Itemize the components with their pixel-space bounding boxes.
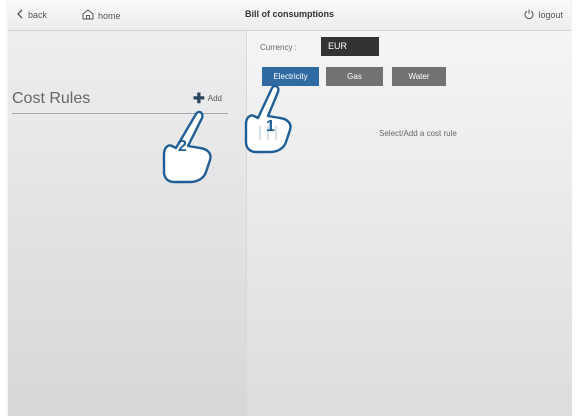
callout-number: 1 — [266, 118, 275, 135]
home-label: home — [98, 10, 121, 21]
app-window: back home Bill of consumptions logout — [8, 0, 572, 416]
logout-label: logout — [538, 10, 563, 20]
callout-number: 2 — [178, 138, 187, 155]
back-button[interactable]: back — [16, 9, 47, 21]
tab-gas[interactable]: Gas — [326, 67, 383, 86]
logout-button[interactable]: logout — [524, 9, 563, 21]
add-cost-rule-button[interactable]: ✚ Add — [193, 90, 222, 106]
pointing-hand-icon — [162, 110, 212, 184]
back-label: back — [28, 10, 48, 20]
home-button[interactable]: home — [82, 9, 121, 22]
plus-icon: ✚ — [193, 90, 205, 106]
power-icon — [524, 9, 534, 21]
cost-rules-panel — [8, 31, 246, 416]
empty-state-message: Select/Add a cost rule — [379, 129, 457, 138]
chevron-left-icon — [16, 9, 24, 21]
callout-1: 1 — [238, 82, 300, 161]
cost-rules-title: Cost Rules — [12, 90, 91, 107]
add-label: Add — [207, 93, 222, 103]
home-icon — [82, 9, 94, 22]
callout-2: 2 — [156, 108, 218, 191]
top-bar: back home Bill of consumptions logout — [8, 0, 571, 31]
currency-select[interactable]: EUR — [321, 37, 379, 56]
tab-water[interactable]: Water — [392, 67, 446, 86]
currency-label: Currency : — [260, 43, 297, 52]
